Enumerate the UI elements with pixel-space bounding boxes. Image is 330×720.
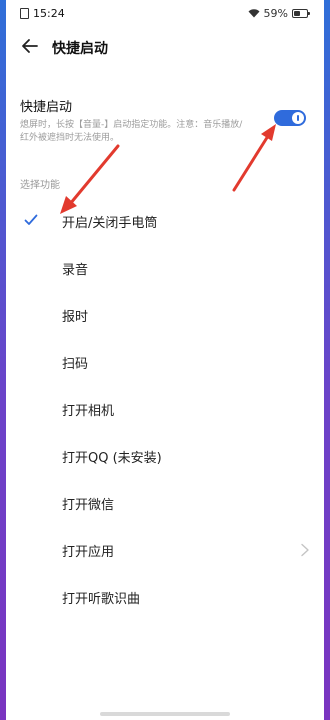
option-open-app[interactable]: 打开应用 xyxy=(6,527,324,574)
page-header: 快捷启动 xyxy=(6,26,324,66)
option-time-announce[interactable]: 报时 xyxy=(6,292,324,339)
option-flashlight[interactable]: 开启/关闭手电筒 xyxy=(6,198,324,245)
wifi-icon xyxy=(248,9,260,18)
battery-percent: 59% xyxy=(263,7,288,20)
phone-screen: 15:24 59% 快捷启动 快捷启动 熄屏时，长按【音量-】启动指定功能。注意… xyxy=(6,0,324,720)
toggle-knob xyxy=(292,112,304,124)
option-song-recognition[interactable]: 打开听歌识曲 xyxy=(6,574,324,621)
option-label: 录音 xyxy=(62,263,89,278)
quick-start-description: 熄屏时，长按【音量-】启动指定功能。注意：音乐播放/红外被遮挡时无法使用。 xyxy=(20,120,243,143)
option-label: 打开相机 xyxy=(62,404,115,419)
options-section-label: 选择功能 xyxy=(20,180,60,191)
option-open-camera[interactable]: 打开相机 xyxy=(6,386,324,433)
option-label: 开启/关闭手电筒 xyxy=(62,216,158,231)
status-time: 15:24 xyxy=(33,7,65,20)
option-open-qq[interactable]: 打开QQ (未安装) xyxy=(6,433,324,480)
page-title: 快捷启动 xyxy=(52,41,108,57)
option-record[interactable]: 录音 xyxy=(6,245,324,292)
option-label: 打开微信 xyxy=(62,498,115,513)
sim-icon xyxy=(20,8,29,19)
home-indicator[interactable] xyxy=(100,712,230,716)
option-open-wechat[interactable]: 打开微信 xyxy=(6,480,324,527)
battery-icon xyxy=(292,9,310,18)
option-label: 打开应用 xyxy=(62,545,115,560)
status-bar: 15:24 59% xyxy=(6,0,324,26)
chevron-right-icon xyxy=(300,542,310,557)
status-right: 59% xyxy=(248,7,310,20)
status-left: 15:24 xyxy=(20,7,65,20)
option-label: 打开听歌识曲 xyxy=(62,592,141,607)
option-label: 扫码 xyxy=(62,357,89,372)
option-label: 报时 xyxy=(62,310,89,325)
check-icon xyxy=(24,212,38,226)
quick-start-toggle[interactable] xyxy=(274,110,306,126)
back-arrow-icon[interactable] xyxy=(20,36,40,56)
option-label: 打开QQ (未安装) xyxy=(62,451,162,466)
options-list: 开启/关闭手电筒 录音 报时 扫码 打开相机 打开QQ (未安装) 打开微信 打… xyxy=(6,198,324,621)
option-scan-code[interactable]: 扫码 xyxy=(6,339,324,386)
